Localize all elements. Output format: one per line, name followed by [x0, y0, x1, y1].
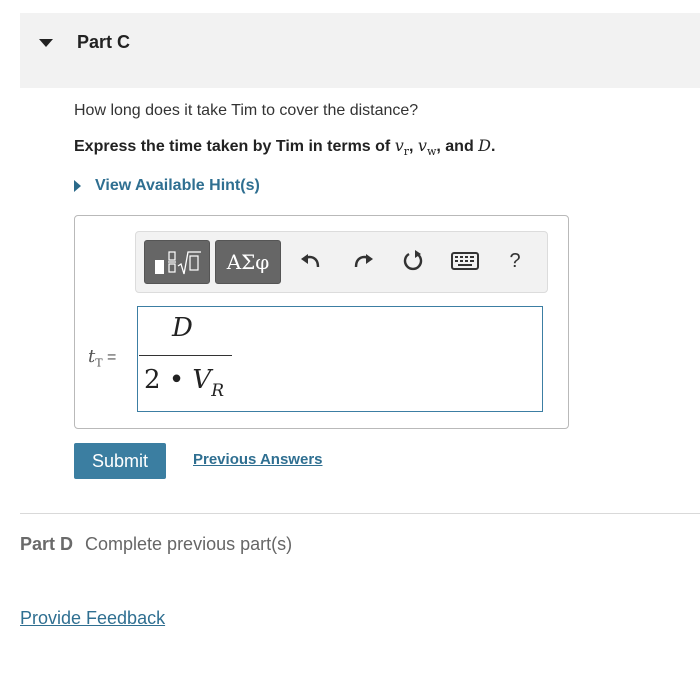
- part-c-header[interactable]: Part C: [20, 13, 700, 88]
- part-d-row: Part D Complete previous part(s): [20, 534, 292, 555]
- math-toolbar: ΑΣφ ?: [135, 231, 548, 293]
- denominator-coefficient: 2: [144, 365, 161, 395]
- help-button[interactable]: ?: [500, 246, 530, 276]
- hint-label: View Available Hint(s): [95, 177, 260, 194]
- redo-button[interactable]: [348, 246, 378, 276]
- answer-variable-label: tT =: [88, 346, 116, 370]
- submit-button[interactable]: Submit: [74, 443, 166, 479]
- keyboard-icon: [451, 252, 479, 270]
- view-hints-toggle[interactable]: View Available Hint(s): [74, 177, 260, 195]
- previous-answers-link[interactable]: Previous Answers: [193, 451, 323, 468]
- var-sub-w: w: [426, 145, 437, 159]
- undo-button[interactable]: [296, 246, 326, 276]
- denominator-variable: V: [192, 365, 212, 395]
- section-divider: [20, 513, 700, 514]
- undo-icon: [301, 254, 320, 268]
- part-d-status: Complete previous part(s): [85, 534, 293, 554]
- greek-symbols-button[interactable]: ΑΣφ: [215, 240, 281, 284]
- instruction-prefix: Express the time taken by Tim in terms o…: [74, 138, 395, 155]
- fraction-numerator: D: [172, 313, 193, 343]
- greek-symbols-icon: ΑΣφ: [226, 250, 270, 274]
- fraction-denominator: 2 • VR: [144, 365, 224, 401]
- reset-button[interactable]: [398, 246, 428, 276]
- denominator-subscript: R: [211, 381, 225, 401]
- var-v-letter: v: [417, 136, 427, 155]
- templates-button[interactable]: [144, 240, 210, 284]
- var-v-letter: v: [394, 136, 404, 155]
- templates-icon: [155, 251, 201, 275]
- var-sub-r: r: [403, 145, 410, 159]
- hint-caret-icon: [74, 180, 81, 192]
- collapse-caret-icon[interactable]: [39, 39, 53, 47]
- part-title: Part C: [77, 32, 131, 52]
- fraction-bar: [139, 355, 232, 356]
- redo-icon: [354, 254, 373, 268]
- question-text: How long does it take Tim to cover the d…: [74, 102, 419, 119]
- help-icon: ?: [509, 249, 521, 272]
- keyboard-button[interactable]: [448, 246, 482, 276]
- var-D: D: [478, 136, 491, 155]
- answer-variable: tT: [88, 346, 103, 370]
- part-d-label: Part D: [20, 534, 74, 554]
- var-vw: vw: [417, 136, 437, 159]
- var-vr: vr: [394, 136, 410, 159]
- equals-sign: =: [107, 349, 117, 366]
- provide-feedback-link[interactable]: Provide Feedback: [20, 608, 165, 629]
- denominator-operator: •: [168, 365, 185, 395]
- answer-area: ΑΣφ ? tT = D 2 • VR: [74, 215, 569, 429]
- answer-variable-sub: T: [95, 356, 103, 370]
- reset-icon: [403, 250, 423, 271]
- answer-input[interactable]: D 2 • VR: [137, 306, 543, 412]
- instruction-text: Express the time taken by Tim in terms o…: [74, 136, 496, 159]
